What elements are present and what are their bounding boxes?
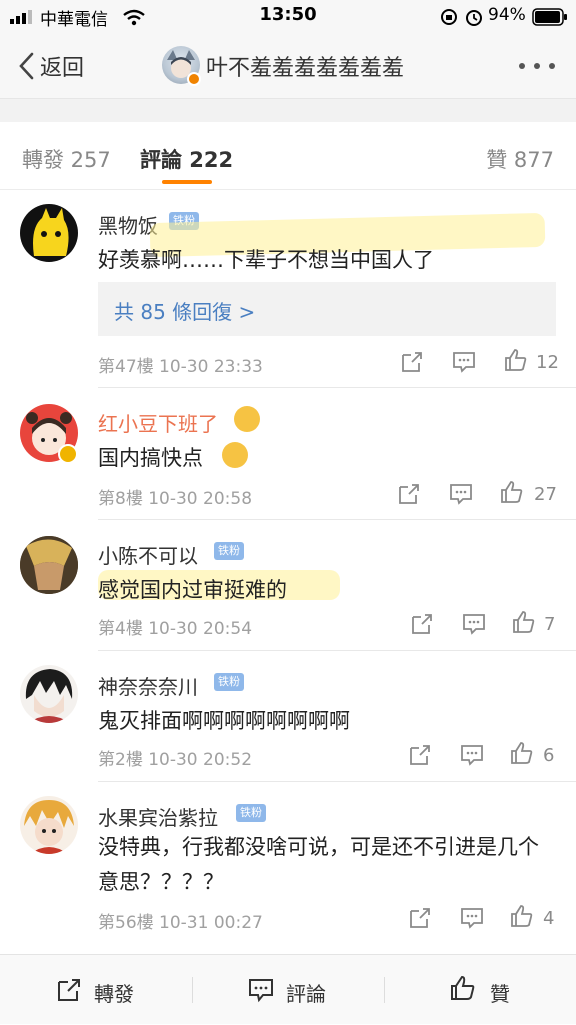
bottom-action-bar: 轉發 評論 贊: [0, 954, 576, 1024]
back-label[interactable]: 返回: [40, 50, 84, 82]
crying-emoji-icon: [222, 442, 248, 468]
tab-bar: 轉發 257 評論 222 贊 877: [0, 122, 576, 190]
comment-item: 红小豆下班了 国内搞快点 第8樓 10-30 20:58 27: [0, 388, 576, 520]
comment-item: 水果宾治紫拉 铁粉 没特典，行我都没啥可说，可是还不引进是几个意思？？？？ 第5…: [0, 782, 576, 950]
rotation-lock-icon: [441, 9, 457, 25]
like-count: 7: [544, 614, 556, 635]
fan-badge: 铁粉: [214, 542, 244, 560]
tab-likes[interactable]: 贊 877: [486, 144, 554, 174]
comment-author[interactable]: 小陈不可以: [98, 540, 198, 569]
view-replies-link[interactable]: 共 85 條回復 >: [114, 296, 255, 325]
repost-button[interactable]: 轉發: [0, 955, 192, 1025]
replies-box[interactable]: 共 85 條回復 >: [98, 282, 556, 336]
comment-text: 鬼灭排面啊啊啊啊啊啊啊啊: [98, 709, 350, 733]
thumbs-up-icon: [451, 975, 475, 1000]
more-dots-icon[interactable]: [518, 62, 556, 70]
like-button[interactable]: 贊: [384, 955, 576, 1025]
anime-avatar-icon: [24, 800, 74, 854]
page-title: 叶不羞羞羞羞羞羞羞: [206, 56, 405, 81]
comment-text: 没特典，行我都没啥可说，可是还不引进是几个意思？？？？: [98, 835, 539, 894]
share-icon[interactable]: [410, 612, 434, 636]
comment-author[interactable]: 水果宾治紫拉: [98, 802, 218, 831]
comment-meta: 第4樓 10-30 20:54: [98, 619, 253, 639]
comment-label: 評論: [286, 982, 326, 1006]
comment-icon[interactable]: [452, 350, 476, 374]
tab-active-indicator: [162, 180, 212, 184]
section-gap: [0, 98, 576, 122]
comment-text: 好羡慕啊……下辈子不想当中国人了: [98, 248, 434, 272]
comment-button[interactable]: 評論: [192, 955, 384, 1025]
comment-icon[interactable]: [460, 743, 484, 767]
like-count: 27: [534, 484, 557, 505]
share-icon[interactable]: [397, 482, 421, 506]
verified-badge: [187, 72, 201, 86]
comment-item: 小陈不可以 铁粉 感觉国内过审挺难的 第4樓 10-30 20:54 7: [0, 520, 576, 651]
chevron-left-icon: [19, 52, 34, 80]
thumbs-up-icon[interactable]: [504, 348, 528, 372]
comment-meta: 第56樓 10-31 00:27: [98, 913, 263, 933]
comment-meta: 第2樓 10-30 20:52: [98, 750, 253, 770]
anime-avatar-icon: [20, 536, 78, 594]
share-icon[interactable]: [408, 906, 432, 930]
like-count: 4: [543, 908, 555, 929]
verified-badge: [58, 444, 78, 464]
like-count: 12: [536, 352, 559, 373]
fan-badge: 铁粉: [236, 804, 266, 822]
avatar[interactable]: [20, 796, 78, 854]
like-count: 6: [543, 745, 555, 766]
comment-icon[interactable]: [462, 612, 486, 636]
fan-badge: 铁粉: [214, 673, 244, 691]
comment-icon[interactable]: [460, 906, 484, 930]
share-icon: [58, 979, 80, 1001]
anime-avatar-icon: [25, 669, 73, 723]
share-icon[interactable]: [400, 350, 424, 374]
thumbs-up-icon[interactable]: [510, 904, 534, 928]
comment-meta: 第47樓 10-30 23:33: [98, 357, 263, 377]
comment-text: 国内搞快点: [98, 446, 203, 470]
avatar[interactable]: [20, 665, 78, 723]
battery-icon: [532, 8, 567, 26]
thumbs-up-icon[interactable]: [512, 610, 536, 634]
battery-percent: 94%: [488, 5, 526, 25]
avatar[interactable]: [20, 536, 78, 594]
avatar[interactable]: [20, 204, 78, 262]
thumbs-up-icon[interactable]: [510, 741, 534, 765]
comment-item: 黑物饭 铁粉 好羡慕啊……下辈子不想当中国人了 共 85 條回復 > 第47樓 …: [0, 190, 576, 388]
comment-icon[interactable]: [449, 482, 473, 506]
thumbs-up-icon[interactable]: [500, 480, 524, 504]
tab-comments[interactable]: 評論 222: [140, 144, 233, 174]
comment-text: 感觉国内过审挺难的: [98, 578, 287, 602]
comment-item: 神奈奈奈川 铁粉 鬼灭排面啊啊啊啊啊啊啊啊 第2樓 10-30 20:52 6: [0, 651, 576, 782]
status-bar: 中華電信 13:50 94%: [0, 0, 576, 34]
share-icon[interactable]: [408, 743, 432, 767]
comment-author[interactable]: 红小豆下班了: [98, 408, 218, 437]
comment-meta: 第8樓 10-30 20:58: [98, 489, 253, 509]
pikachu-avatar-icon: [33, 208, 69, 256]
heart-eyes-emoji-icon: [234, 406, 260, 432]
comment-icon: [249, 979, 273, 1003]
nav-bar: 返回 叶不羞羞羞羞羞羞羞: [0, 34, 576, 98]
comment-author[interactable]: 神奈奈奈川: [98, 671, 198, 700]
tab-reposts[interactable]: 轉發 257: [22, 144, 111, 174]
like-label: 贊: [490, 982, 510, 1006]
repost-label: 轉發: [94, 982, 134, 1006]
alarm-icon: [466, 10, 482, 26]
